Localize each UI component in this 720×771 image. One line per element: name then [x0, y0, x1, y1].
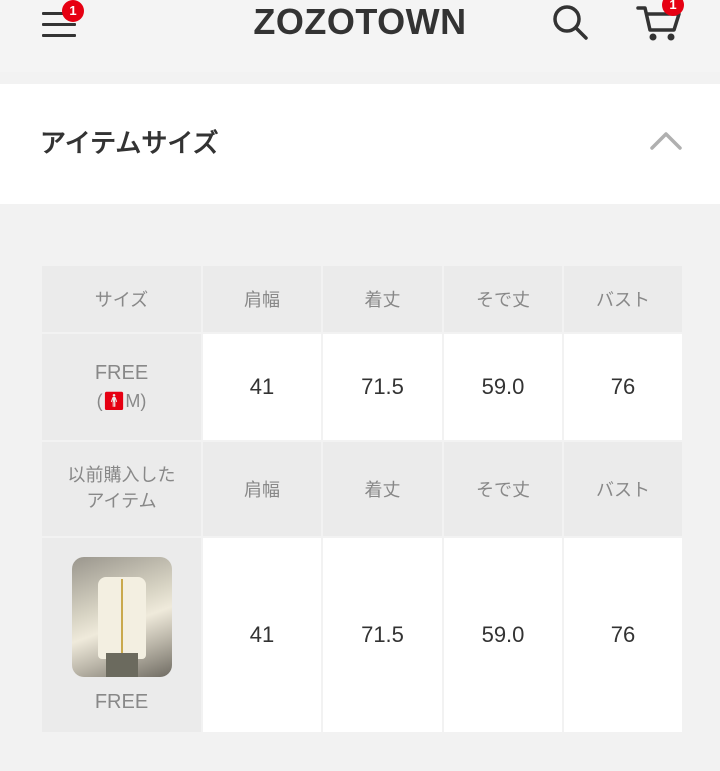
value-shoulder: 41 — [201, 536, 323, 734]
size-table: サイズ 肩幅 着丈 そで丈 バスト FREE (🚹︎M) 41 71.5 59.… — [40, 264, 684, 734]
table-row: FREE (🚹︎M) 41 71.5 59.0 76 — [40, 332, 684, 442]
value-sleeve: 59.0 — [442, 536, 564, 734]
header-bust: バスト — [562, 440, 684, 538]
value-bust: 76 — [562, 332, 684, 442]
person-icon: 🚹︎ — [102, 391, 126, 411]
header-sleeve: そで丈 — [442, 264, 564, 334]
logo[interactable]: ZOZOTOWN — [0, 0, 720, 44]
header-size: サイズ — [40, 264, 203, 334]
model-size: (🚹︎M) — [96, 391, 147, 411]
section-title: アイテムサイズ — [40, 129, 219, 159]
table-row: FREE 41 71.5 59.0 76 — [40, 536, 684, 734]
value-bust: 76 — [562, 536, 684, 734]
search-button[interactable] — [550, 2, 590, 42]
value-shoulder: 41 — [201, 332, 323, 442]
table-header-row: サイズ 肩幅 着丈 そで丈 バスト — [40, 264, 684, 334]
chevron-up-icon[interactable] — [648, 128, 684, 152]
search-icon — [553, 5, 588, 40]
table-header-row: 以前購入した アイテム 肩幅 着丈 そで丈 バスト — [40, 440, 684, 538]
size-cell: FREE (🚹︎M) — [40, 332, 203, 442]
purchased-item-label: 以前購入した アイテム — [40, 440, 203, 538]
app-header: 1 ZOZOTOWN 1 — [0, 0, 720, 72]
header-shoulder: 肩幅 — [201, 264, 323, 334]
header-sleeve: そで丈 — [442, 440, 564, 538]
value-sleeve: 59.0 — [442, 332, 564, 442]
size-label: FREE — [94, 362, 149, 384]
value-length: 71.5 — [321, 536, 444, 734]
header-shoulder: 肩幅 — [201, 440, 323, 538]
item-thumbnail[interactable] — [71, 556, 172, 677]
cart-button[interactable]: 1 — [636, 0, 684, 44]
purchased-item-cell[interactable]: FREE — [40, 536, 203, 734]
size-label: FREE — [94, 690, 149, 713]
header-length: 着丈 — [321, 440, 444, 538]
item-size-section-header[interactable]: アイテムサイズ — [0, 84, 720, 204]
header-bust: バスト — [562, 264, 684, 334]
header-length: 着丈 — [321, 264, 444, 334]
value-length: 71.5 — [321, 332, 444, 442]
